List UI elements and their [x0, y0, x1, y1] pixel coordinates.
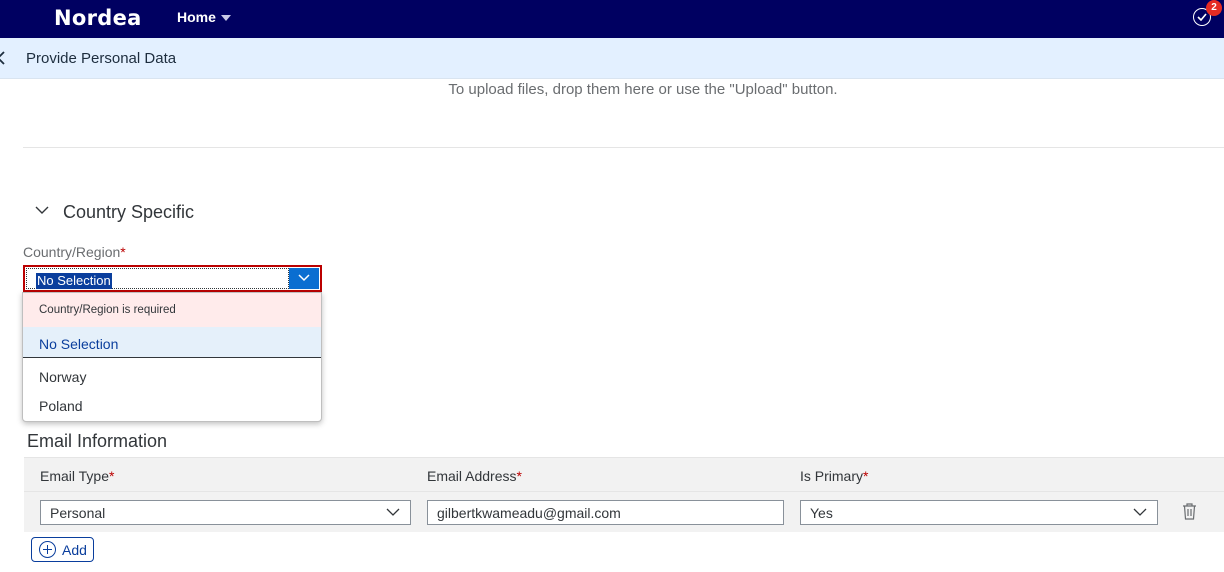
is-primary-value: Yes: [810, 505, 833, 521]
required-marker: *: [120, 244, 126, 260]
email-type-value: Personal: [50, 505, 106, 521]
option-norway[interactable]: Norway: [23, 363, 321, 391]
section-divider: [23, 147, 1224, 148]
required-marker: *: [863, 468, 869, 484]
column-header-label: Email Address: [427, 468, 517, 484]
email-type-select[interactable]: Personal: [40, 500, 411, 525]
add-email-button[interactable]: Add: [31, 537, 94, 562]
country-region-dropdown-list: Country/Region is required No Selection …: [22, 292, 322, 422]
option-no-selection[interactable]: No Selection: [23, 327, 321, 358]
caret-down-icon: [220, 15, 231, 22]
option-poland[interactable]: Poland: [23, 392, 321, 420]
column-header-label: Is Primary: [800, 468, 863, 484]
column-header-email-address: Email Address*: [427, 468, 522, 484]
home-menu-label: Home: [177, 9, 216, 25]
country-region-label: Country/Region*: [23, 244, 126, 260]
select-focus-frame: No Selection: [26, 268, 289, 289]
email-table-header: Email Type* Email Address* Is Primary*: [24, 457, 1224, 492]
column-header-is-primary: Is Primary*: [800, 468, 868, 484]
required-marker: *: [516, 468, 522, 484]
upload-drop-hint: To upload files, drop them here or use t…: [448, 81, 838, 98]
column-header-email-type: Email Type*: [40, 468, 114, 484]
delete-trash-icon[interactable]: [1182, 503, 1197, 520]
table-row: Personal gilbertkwameadu@gmail.com Yes: [24, 492, 1224, 532]
country-region-label-text: Country/Region: [23, 244, 121, 260]
add-button-label: Add: [62, 542, 87, 558]
country-region-select[interactable]: No Selection: [23, 265, 322, 292]
email-address-value: gilbertkwameadu@gmail.com: [437, 505, 621, 521]
is-primary-select[interactable]: Yes: [800, 500, 1158, 525]
email-address-input[interactable]: gilbertkwameadu@gmail.com: [427, 500, 784, 525]
chevron-down-icon: [298, 274, 310, 282]
country-section-title: Country Specific: [63, 202, 195, 222]
column-header-label: Email Type: [40, 468, 109, 484]
page-header: Provide Personal Data: [0, 38, 1224, 79]
shell-bar: Nordea Home 2: [0, 0, 1224, 38]
chevron-down-icon[interactable]: [35, 205, 49, 215]
chevron-down-icon: [1133, 508, 1147, 516]
validation-error-message: Country/Region is required: [23, 293, 321, 327]
add-circle-icon: [39, 541, 56, 558]
required-marker: *: [109, 468, 115, 484]
back-arrow-icon[interactable]: [0, 51, 6, 65]
home-menu-button[interactable]: Home: [177, 9, 231, 25]
email-section-title: Email Information: [27, 431, 168, 451]
notification-badge: 2: [1206, 0, 1222, 16]
nordea-logo[interactable]: Nordea: [54, 6, 142, 30]
page-title: Provide Personal Data: [26, 50, 177, 67]
dropdown-arrow-button[interactable]: [289, 268, 319, 289]
country-region-selected-value: No Selection: [36, 273, 112, 289]
chevron-down-icon: [386, 508, 400, 516]
